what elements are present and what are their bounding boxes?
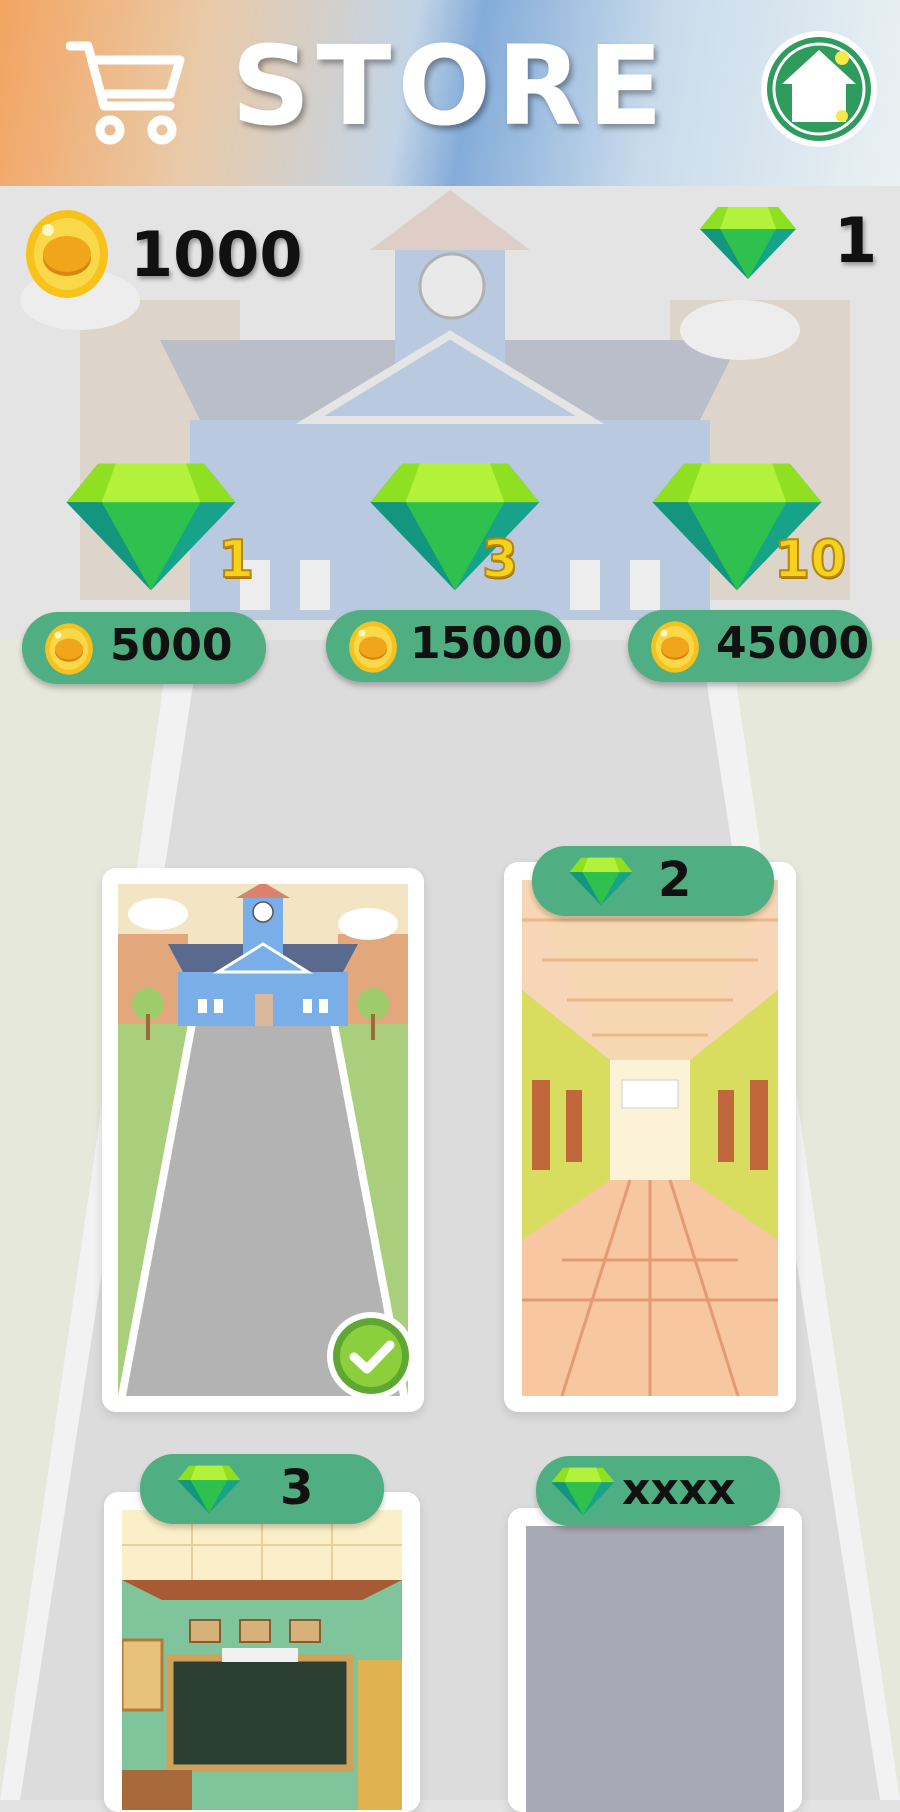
background-price-tag[interactable]: xxxx (536, 1456, 780, 1526)
coin-balance: 1000 (130, 218, 303, 291)
gem-icon (568, 856, 634, 906)
background-price-tag[interactable]: 2 (532, 846, 774, 916)
home-icon[interactable] (758, 28, 880, 150)
store-header: STORE (0, 0, 900, 186)
locked-thumbnail (526, 1526, 784, 1812)
gem-pack-price: 15000 (410, 618, 564, 669)
gem-pack-price-button[interactable]: 5000 (22, 612, 266, 684)
background-cost: xxxx (622, 1464, 736, 1515)
gem-pack-1[interactable]: 1 5000 (22, 460, 272, 700)
gem-pack-price: 5000 (110, 620, 233, 671)
gem-pack-price-button[interactable]: 45000 (628, 610, 872, 682)
gem-pack-price-button[interactable]: 15000 (326, 610, 570, 682)
hallway-thumbnail (522, 880, 778, 1396)
gem-balance: 1 (834, 204, 878, 277)
classroom-thumbnail (122, 1510, 402, 1810)
coin-icon (44, 622, 94, 676)
coin-icon (650, 620, 700, 674)
background-cost: 2 (658, 852, 692, 908)
gem-pack-quantity: 3 (481, 529, 519, 591)
gem-icon (176, 1464, 242, 1514)
gem-pack-quantity: 10 (773, 529, 847, 591)
gem-icon (62, 460, 240, 592)
gem-pack-3[interactable]: 3 15000 (326, 460, 576, 700)
background-cost: 3 (280, 1460, 314, 1516)
coin-icon (24, 208, 110, 300)
coin-icon (348, 620, 398, 674)
background-card-hallway[interactable]: 2 (504, 846, 796, 1412)
selected-check-icon (327, 1312, 415, 1400)
gem-icon (698, 205, 798, 280)
gem-pack-10[interactable]: 10 45000 (628, 460, 878, 700)
gem-pack-quantity: 1 (217, 529, 255, 591)
background-card-locked[interactable]: xxxx (508, 1456, 802, 1812)
gem-pack-price: 45000 (716, 618, 870, 669)
gem-icon (550, 1466, 616, 1516)
background-card-classroom[interactable]: 3 (104, 1454, 420, 1812)
background-price-tag[interactable]: 3 (140, 1454, 384, 1524)
